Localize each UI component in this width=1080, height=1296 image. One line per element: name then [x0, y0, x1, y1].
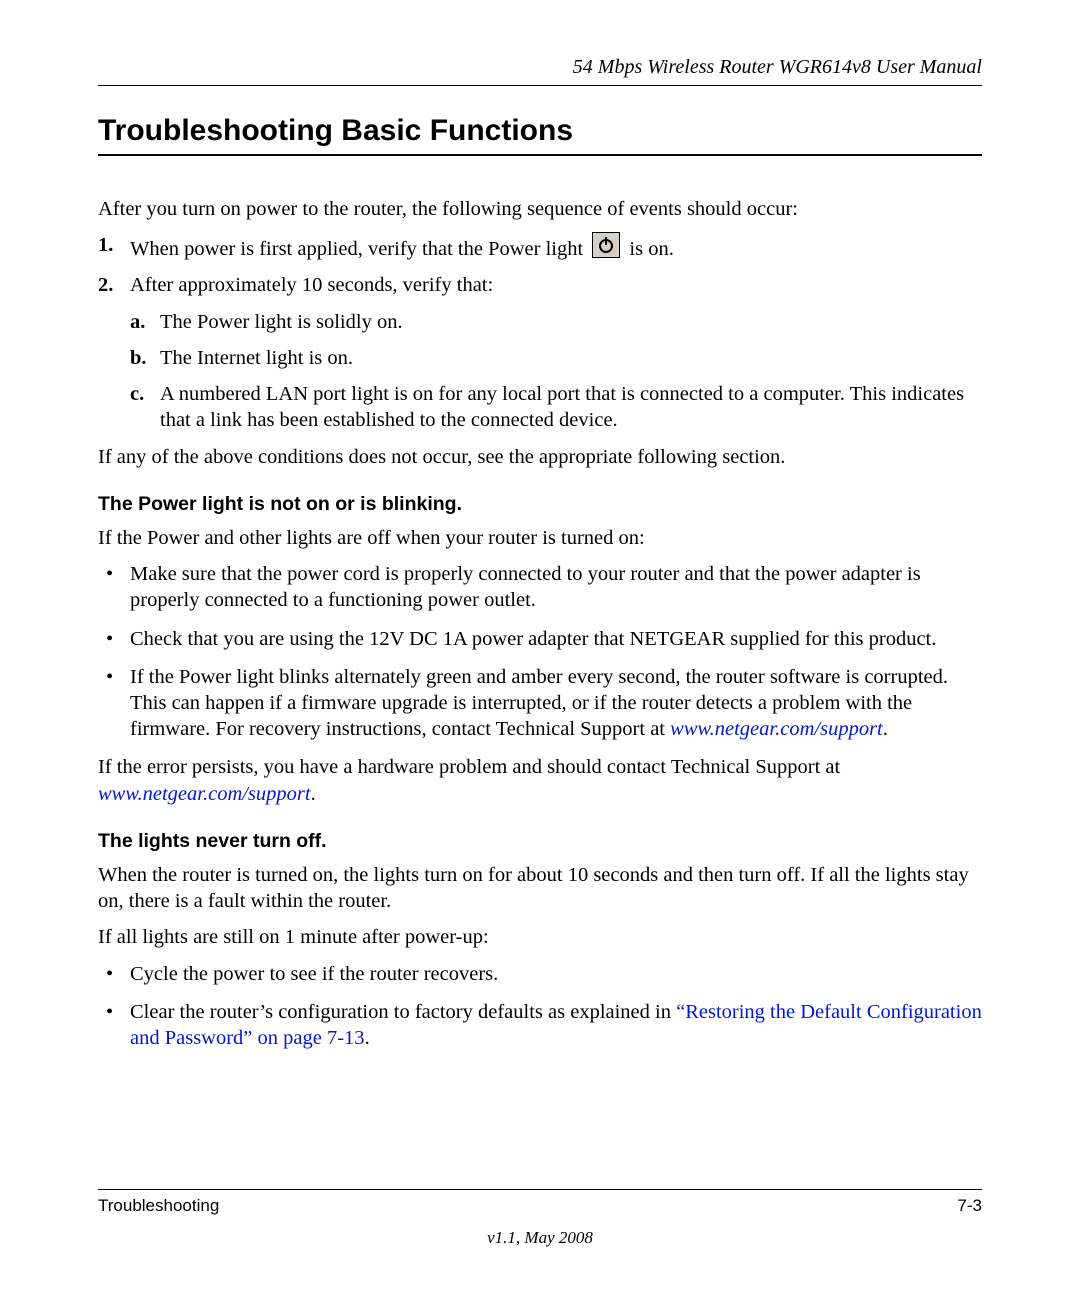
section2-bullets: Cycle the power to see if the router rec… — [98, 961, 982, 1052]
footer-version: v1.1, May 2008 — [98, 1228, 982, 1248]
substep-marker: a. — [130, 309, 145, 335]
page-title: Troubleshooting Basic Functions — [98, 114, 982, 148]
section1-bullets: Make sure that the power cord is properl… — [98, 561, 982, 742]
substeps: a. The Power light is solidly on. b. The… — [130, 309, 982, 434]
subheading-power-light: The Power light is not on or is blinking… — [98, 492, 982, 517]
section2-p2: If all lights are still on 1 minute afte… — [98, 924, 982, 950]
step-marker: 2. — [98, 272, 113, 298]
support-link[interactable]: www.netgear.com/support — [670, 718, 883, 740]
step-marker: 1. — [98, 232, 113, 258]
footer-rule — [98, 1189, 982, 1190]
substep-c: c. A numbered LAN port light is on for a… — [130, 381, 982, 433]
footer-page-number: 7-3 — [957, 1196, 982, 1216]
manual-page: 54 Mbps Wireless Router WGR614v8 User Ma… — [0, 0, 1080, 1296]
subheading-lights-off: The lights never turn off. — [98, 829, 982, 854]
section1-tail: If the error persists, you have a hardwa… — [98, 754, 982, 806]
footer-section-name: Troubleshooting — [98, 1196, 219, 1216]
substep-b: b. The Internet light is on. — [130, 345, 982, 371]
tail-text-post: . — [311, 783, 316, 805]
support-link[interactable]: www.netgear.com/support — [98, 783, 311, 805]
header-rule — [98, 85, 982, 86]
step-1-text-pre: When power is first applied, verify that… — [130, 238, 588, 260]
bullet-text-post: . — [365, 1027, 370, 1049]
step-1: 1. When power is first applied, verify t… — [98, 232, 982, 262]
intro-paragraph: After you turn on power to the router, t… — [98, 196, 982, 222]
list-item: Clear the router’s configuration to fact… — [98, 999, 982, 1051]
bullet-text-pre: Clear the router’s configuration to fact… — [130, 1001, 676, 1023]
substep-marker: b. — [130, 345, 147, 371]
step-2-text: After approximately 10 seconds, verify t… — [130, 274, 493, 296]
numbered-steps: 1. When power is first applied, verify t… — [98, 232, 982, 433]
list-item: Check that you are using the 12V DC 1A p… — [98, 626, 982, 652]
substep-a: a. The Power light is solidly on. — [130, 309, 982, 335]
running-header: 54 Mbps Wireless Router WGR614v8 User Ma… — [98, 56, 982, 79]
substep-marker: c. — [130, 381, 144, 407]
step-1-text-post: is on. — [629, 238, 673, 260]
after-steps-paragraph: If any of the above conditions does not … — [98, 444, 982, 470]
section1-lead: If the Power and other lights are off wh… — [98, 525, 982, 551]
list-item: If the Power light blinks alternately gr… — [98, 664, 982, 743]
section2-p1: When the router is turned on, the lights… — [98, 862, 982, 914]
list-item: Cycle the power to see if the router rec… — [98, 961, 982, 987]
substep-a-text: The Power light is solidly on. — [160, 311, 403, 333]
step-2: 2. After approximately 10 seconds, verif… — [98, 272, 982, 433]
bullet-text-post: . — [883, 718, 888, 740]
page-footer: Troubleshooting 7-3 v1.1, May 2008 — [98, 1189, 982, 1248]
list-item: Make sure that the power cord is properl… — [98, 561, 982, 613]
substep-c-text: A numbered LAN port light is on for any … — [160, 383, 964, 431]
power-icon — [592, 232, 620, 258]
title-rule — [98, 154, 982, 156]
tail-text-pre: If the error persists, you have a hardwa… — [98, 756, 840, 778]
body-content: After you turn on power to the router, t… — [98, 196, 982, 1051]
substep-b-text: The Internet light is on. — [160, 347, 353, 369]
